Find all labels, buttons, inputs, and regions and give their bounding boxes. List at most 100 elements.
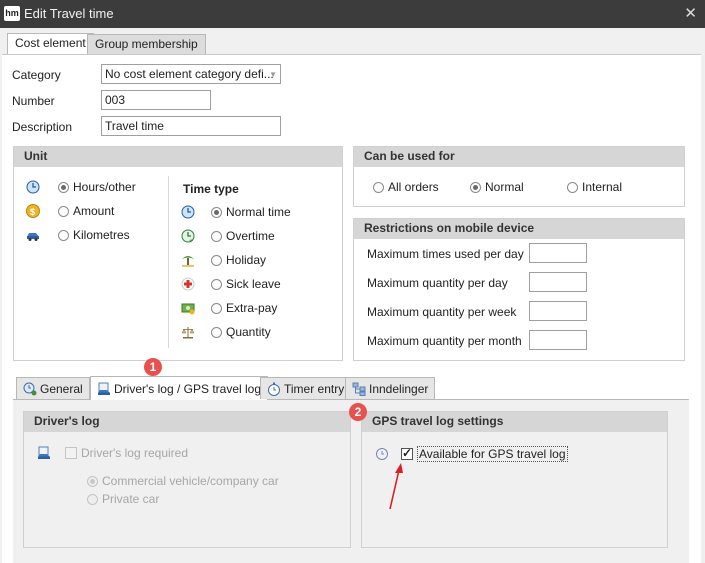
tab-group-membership[interactable]: Group membership	[87, 34, 206, 54]
car-icon	[26, 228, 40, 242]
category-select[interactable]: No cost element category defi... ▼	[101, 64, 281, 84]
usage-option-normal[interactable]: Normal	[470, 180, 524, 194]
number-label: Number	[12, 94, 55, 108]
restriction-label-quantity-per-month: Maximum quantity per month	[367, 334, 522, 348]
clock-person-icon	[23, 382, 37, 396]
unit-option-hours[interactable]: Hours/other	[26, 180, 136, 194]
close-button[interactable]: ✕	[684, 4, 697, 22]
gps-title: GPS travel log settings	[362, 412, 667, 432]
radio-usage-normal[interactable]	[470, 181, 481, 193]
time-label-overtime: Overtime	[226, 229, 275, 243]
time-option-holiday[interactable]: Holiday	[181, 253, 266, 267]
usage-label-all-orders: All orders	[388, 180, 439, 194]
tab-drivers-log-label: Driver's log / GPS travel log	[114, 381, 262, 396]
vehicle-label-private: Private car	[102, 492, 160, 506]
restrictions-group-title: Restrictions on mobile device	[354, 219, 684, 239]
radio-kilometres[interactable]	[58, 229, 69, 241]
palm-tree-icon	[181, 253, 195, 267]
time-type-title: Time type	[183, 182, 239, 196]
restriction-label-times-per-day: Maximum times used per day	[367, 247, 524, 261]
tab-drivers-log[interactable]: Driver's log / GPS travel log	[90, 376, 269, 400]
red-cross-icon	[181, 277, 195, 291]
restriction-label-quantity-per-day: Maximum quantity per day	[367, 276, 508, 290]
overtime-clock-icon: +	[181, 229, 195, 243]
max-times-per-day-input[interactable]	[529, 243, 587, 263]
usage-option-internal[interactable]: Internal	[567, 180, 622, 194]
unit-group: Unit	[13, 146, 343, 361]
description-label: Description	[12, 120, 73, 134]
tab-cost-element[interactable]: Cost element	[7, 33, 94, 54]
usage-option-all-orders[interactable]: All orders	[373, 180, 439, 194]
coin-icon: $	[26, 204, 40, 218]
tab-inndelinger-label: Inndelinger	[369, 381, 429, 396]
unit-divider	[168, 176, 169, 348]
radio-internal[interactable]	[567, 181, 578, 193]
number-field[interactable]: 003	[101, 90, 211, 110]
max-quantity-per-week-input[interactable]	[529, 301, 587, 321]
time-option-quantity[interactable]: Quantity	[181, 325, 271, 339]
radio-commercial-vehicle[interactable]	[87, 475, 98, 487]
drivers-log-title: Driver's log	[24, 412, 350, 432]
chevron-down-icon: ▼	[269, 70, 277, 79]
radio-private-car[interactable]	[87, 493, 98, 505]
drivers-log-required-row[interactable]: Driver's log required	[37, 446, 188, 460]
time-option-sick-leave[interactable]: Sick leave	[181, 277, 281, 291]
radio-amount[interactable]	[58, 205, 69, 217]
unit-group-title: Unit	[14, 147, 342, 167]
unit-option-kilometres[interactable]: Kilometres	[26, 228, 130, 242]
radio-extra-pay[interactable]	[211, 302, 222, 314]
gps-clock-icon	[375, 447, 389, 461]
tab-general[interactable]: General	[16, 377, 90, 399]
title-bar: hm Edit Travel time ✕	[0, 0, 705, 28]
radio-holiday[interactable]	[211, 254, 222, 266]
tab-inndelinger[interactable]: Inndelinger	[345, 377, 436, 399]
scale-icon	[181, 325, 195, 339]
stopwatch-icon	[267, 382, 281, 396]
tab-timer-entry[interactable]: Timer entry	[260, 377, 352, 399]
annotation-badge-1: 1	[144, 358, 162, 376]
time-option-overtime[interactable]: + Overtime	[181, 229, 275, 243]
tab-general-label: General	[40, 381, 83, 396]
usage-group: Can be used for	[353, 146, 685, 207]
usage-group-title: Can be used for	[354, 147, 684, 167]
unit-label-kilometres: Kilometres	[73, 228, 130, 242]
vehicle-label-commercial: Commercial vehicle/company car	[102, 474, 279, 488]
radio-hours[interactable]	[58, 181, 69, 193]
car-document-icon	[37, 446, 51, 460]
category-label: Category	[12, 68, 61, 82]
radio-normal-time[interactable]	[211, 206, 222, 218]
unit-label-amount: Amount	[73, 204, 115, 218]
annotation-badge-2: 2	[349, 403, 367, 421]
clock-icon	[26, 180, 40, 194]
usage-label-internal: Internal	[582, 180, 623, 194]
max-quantity-per-month-input[interactable]	[529, 330, 587, 350]
svg-text:$: $	[30, 207, 35, 217]
drivers-log-required-label: Driver's log required	[81, 446, 188, 460]
radio-sick-leave[interactable]	[211, 278, 222, 290]
radio-all-orders[interactable]	[373, 181, 384, 193]
time-option-normal[interactable]: Normal time	[181, 205, 291, 219]
radio-quantity[interactable]	[211, 326, 222, 338]
vehicle-option-private[interactable]: Private car	[87, 492, 159, 506]
max-quantity-per-day-input[interactable]	[529, 272, 587, 292]
restriction-label-quantity-per-week: Maximum quantity per week	[367, 305, 517, 319]
time-label-quantity: Quantity	[226, 325, 271, 339]
time-label-holiday: Holiday	[226, 253, 267, 267]
gps-available-row[interactable]: Available for GPS travel log	[375, 446, 568, 462]
time-option-extra-pay[interactable]: Extra-pay	[181, 301, 277, 315]
car-document-icon	[97, 382, 111, 396]
description-field[interactable]: Travel time	[101, 116, 281, 136]
annotation-arrow-icon	[389, 463, 403, 510]
time-label-extra-pay: Extra-pay	[226, 301, 278, 315]
usage-label-normal: Normal	[485, 180, 524, 194]
drivers-log-required-checkbox[interactable]	[65, 447, 77, 459]
radio-overtime[interactable]	[211, 230, 222, 242]
vehicle-option-commercial[interactable]: Commercial vehicle/company car	[87, 474, 279, 488]
category-value: No cost element category defi...	[105, 67, 274, 81]
time-label-normal: Normal time	[226, 205, 291, 219]
unit-option-amount[interactable]: $ Amount	[26, 204, 114, 218]
money-icon	[181, 301, 195, 315]
app-logo: hm	[4, 6, 20, 21]
gps-available-checkbox[interactable]	[401, 446, 413, 460]
window-title: Edit Travel time	[24, 6, 114, 21]
